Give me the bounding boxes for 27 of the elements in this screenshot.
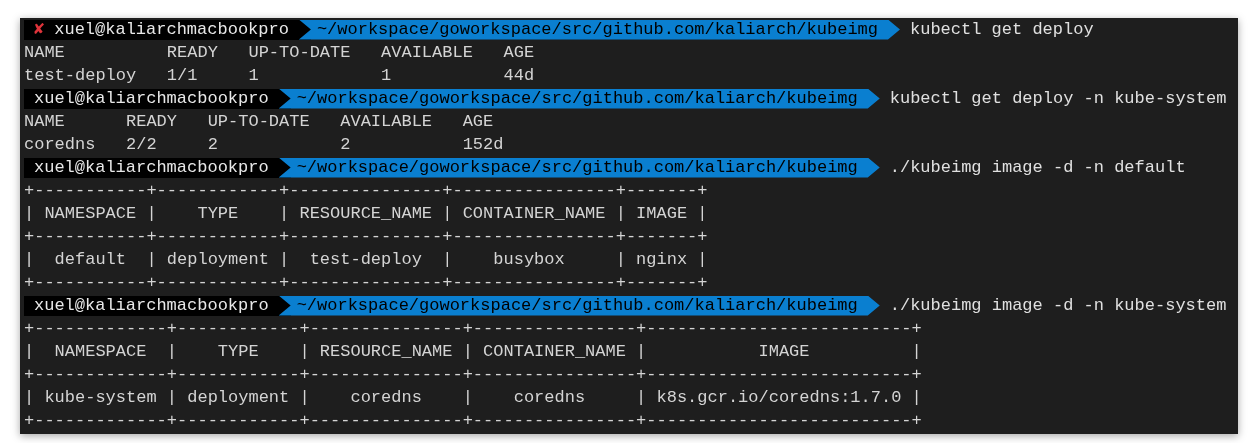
- output-line: | kube-system | deployment | coredns | coredns | k8s.gcr.io/coredns:1.7.0 |: [24, 387, 923, 409]
- command-text: kubectl get deploy -n kube-system: [889, 88, 1227, 110]
- prompt-path: ~/workspace/goworkspace/src/github.com/kaliarch/kubeimg: [278, 88, 880, 109]
- prompt-user: xuel@kaliarchmacbookpro: [34, 157, 269, 178]
- output-line: coredns 2/2 2 2 152d: [24, 134, 505, 156]
- output-line: NAME READY UP-TO-DATE AVAILABLE AGE: [24, 111, 495, 133]
- output-line: | NAMESPACE | TYPE | RESOURCE_NAME | CONTAINER_NAME | IMAGE |: [24, 341, 923, 363]
- output-line: +-----------+------------+---------------+----------------+-------+: [24, 226, 709, 248]
- error-mark: ✘: [34, 19, 45, 40]
- output-line: +-----------+------------+---------------+----------------+-------+: [24, 272, 709, 294]
- prompt-user: xuel@kaliarchmacbookpro: [34, 88, 269, 109]
- prompt-user: xuel@kaliarchmacbookpro: [34, 295, 269, 316]
- output-line: +-------------+------------+---------------+----------------+--------------------------+: [24, 410, 923, 432]
- prompt-path: ~/workspace/goworkspace/src/github.com/kaliarch/kubeimg: [278, 157, 880, 178]
- command-text: ./kubeimg image -d -n kube-system: [889, 295, 1227, 317]
- output-line: | default | deployment | test-deploy | busybox | nginx |: [24, 249, 709, 271]
- prompt-path: ~/workspace/goworkspace/src/github.com/kaliarch/kubeimg: [298, 19, 900, 40]
- prompt-path: ~/workspace/goworkspace/src/github.com/kaliarch/kubeimg: [278, 295, 880, 316]
- output-line: NAME READY UP-TO-DATE AVAILABLE AGE: [24, 42, 536, 64]
- output-line: +-------------+------------+---------------+----------------+--------------------------+: [24, 318, 923, 340]
- output-line: test-deploy 1/1 1 1 44d: [24, 65, 536, 87]
- command-text: ./kubeimg image -d -n default: [889, 157, 1186, 179]
- output-line: | NAMESPACE | TYPE | RESOURCE_NAME | CONTAINER_NAME | IMAGE |: [24, 203, 709, 225]
- output-line: +-------------+------------+---------------+----------------+--------------------------+: [24, 364, 923, 386]
- output-line: +-----------+------------+---------------+----------------+-------+: [24, 180, 709, 202]
- prompt-user: xuel@kaliarchmacbookpro: [54, 19, 289, 40]
- command-text: kubectl get deploy: [910, 19, 1094, 41]
